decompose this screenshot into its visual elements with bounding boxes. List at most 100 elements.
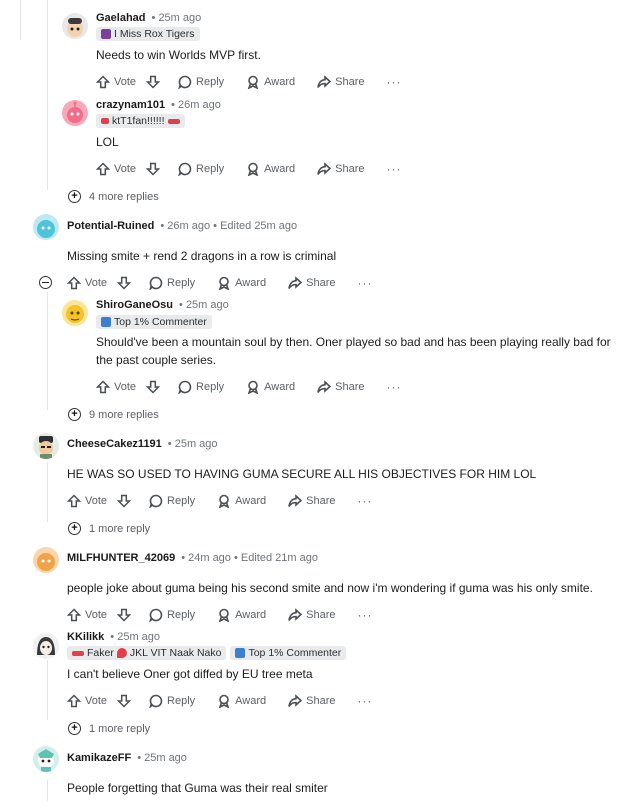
thread-line[interactable] <box>20 0 21 40</box>
share-button[interactable]: Share <box>317 75 365 89</box>
collapse-thread-button[interactable] <box>39 276 52 289</box>
plus-circle-icon: + <box>68 190 81 203</box>
more-options-button[interactable]: ··· <box>387 162 402 176</box>
more-replies-button[interactable]: + 4 more replies <box>68 190 159 203</box>
reply-bubble-icon <box>178 162 192 176</box>
upvote-icon[interactable] <box>67 694 81 708</box>
user-avatar-icon <box>67 18 83 37</box>
reply-button[interactable]: Reply <box>149 276 195 290</box>
comment-timestamp: • 24m ago • Edited 21m ago <box>181 552 318 564</box>
share-button[interactable]: Share <box>317 380 365 394</box>
comment-author[interactable]: Gaelahad <box>96 12 146 24</box>
vote-label: Vote <box>85 609 108 621</box>
comment-timestamp: • 25m ago <box>151 12 202 24</box>
thread-line[interactable] <box>47 780 48 801</box>
downvote-icon[interactable] <box>117 608 132 622</box>
comment-body-line-1: Should've been a mountain soul by then. … <box>96 335 611 349</box>
upvote-icon[interactable] <box>67 276 81 290</box>
award-button[interactable]: Award <box>217 276 266 290</box>
share-button[interactable]: Share <box>288 276 336 290</box>
award-button[interactable]: Award <box>246 380 295 394</box>
avatar[interactable] <box>62 13 88 39</box>
upvote-icon[interactable] <box>96 75 110 89</box>
more-replies-button[interactable]: + 9 more replies <box>68 408 159 421</box>
thread-line[interactable] <box>47 0 48 190</box>
user-avatar-icon <box>39 436 53 459</box>
award-button[interactable]: Award <box>217 608 266 622</box>
downvote-icon[interactable] <box>146 75 161 89</box>
reply-button[interactable]: Reply <box>178 75 224 89</box>
share-button[interactable]: Share <box>317 162 365 176</box>
more-replies-button[interactable]: + 1 more reply <box>68 722 150 735</box>
comment-author[interactable]: MILFHUNTER_42069 <box>67 552 175 564</box>
upvote-icon[interactable] <box>96 162 110 176</box>
comment-author[interactable]: ShiroGaneOsu <box>96 299 173 311</box>
downvote-icon[interactable] <box>146 380 161 394</box>
award-icon <box>218 276 230 290</box>
avatar[interactable] <box>33 633 59 659</box>
share-icon <box>288 276 303 289</box>
share-button[interactable]: Share <box>288 494 336 508</box>
avatar[interactable] <box>62 100 88 126</box>
user-avatar-icon <box>38 749 54 772</box>
more-replies-label: 1 more reply <box>89 722 151 735</box>
more-options-button[interactable]: ··· <box>387 380 402 394</box>
award-button[interactable]: Award <box>217 694 266 708</box>
award-icon <box>247 75 259 89</box>
award-button[interactable]: Award <box>246 162 295 176</box>
flair-icon <box>101 118 109 124</box>
upvote-icon[interactable] <box>67 494 81 508</box>
downvote-icon[interactable] <box>146 162 161 176</box>
reply-button[interactable]: Reply <box>149 694 195 708</box>
comment-author[interactable]: CheeseCakez1191 <box>67 438 162 450</box>
user-flair: Faker JKL VIT Naak Nako <box>67 646 227 660</box>
share-icon <box>288 608 303 621</box>
avatar[interactable] <box>33 746 59 772</box>
thread-line[interactable] <box>47 660 48 720</box>
comment-timestamp: • 25m ago <box>179 299 229 311</box>
reply-button[interactable]: Reply <box>178 162 224 176</box>
vote-label: Vote <box>114 381 137 393</box>
avatar[interactable] <box>33 214 59 240</box>
share-button[interactable]: Share <box>288 608 336 622</box>
comment-author[interactable]: KKilikk <box>67 631 104 643</box>
downvote-icon[interactable] <box>117 694 132 708</box>
more-options-button[interactable]: ··· <box>358 608 373 622</box>
more-replies-button[interactable]: + 1 more reply <box>68 522 150 535</box>
comment-timestamp: • 26m ago <box>171 99 221 111</box>
reply-button[interactable]: Reply <box>149 608 195 622</box>
comment-timestamp: • 25m ago <box>110 631 161 643</box>
flair-icon <box>235 648 246 658</box>
share-icon <box>288 494 303 507</box>
share-button[interactable]: Share <box>288 694 336 708</box>
upvote-icon[interactable] <box>67 608 81 622</box>
comment-author[interactable]: crazynam101 <box>96 99 165 111</box>
comment-body: HE WAS SO USED TO HAVING GUMA SECURE ALL… <box>67 467 537 481</box>
downvote-icon[interactable] <box>117 494 132 508</box>
comment-timestamp: • 26m ago • Edited 25m ago <box>160 220 298 232</box>
more-options-button[interactable]: ··· <box>358 694 373 708</box>
avatar[interactable] <box>62 300 88 326</box>
share-icon <box>317 162 332 175</box>
more-replies-label: 1 more reply <box>89 522 151 535</box>
comment-body: People forgetting that Guma was their re… <box>67 781 328 795</box>
more-options-button[interactable]: ··· <box>387 75 402 89</box>
thread-line[interactable] <box>47 462 48 522</box>
award-button[interactable]: Award <box>217 494 266 508</box>
vote-label: Vote <box>85 277 108 289</box>
reply-button[interactable]: Reply <box>149 494 195 508</box>
comment-actions: Vote Reply Award Share ··· <box>67 607 373 623</box>
upvote-icon[interactable] <box>96 380 110 394</box>
comment-author[interactable]: Potential-Ruined <box>67 220 154 232</box>
reply-button[interactable]: Reply <box>178 380 224 394</box>
award-button[interactable]: Award <box>246 75 295 89</box>
comment-author[interactable]: KamikazeFF <box>67 752 131 764</box>
more-options-button[interactable]: ··· <box>358 494 373 508</box>
more-options-button[interactable]: ··· <box>358 276 373 290</box>
flair-icon <box>101 317 111 327</box>
downvote-icon[interactable] <box>117 276 132 290</box>
thread-line[interactable] <box>47 292 48 410</box>
avatar[interactable] <box>33 433 59 459</box>
comment-body: LOL <box>96 135 119 149</box>
avatar[interactable] <box>33 547 59 573</box>
